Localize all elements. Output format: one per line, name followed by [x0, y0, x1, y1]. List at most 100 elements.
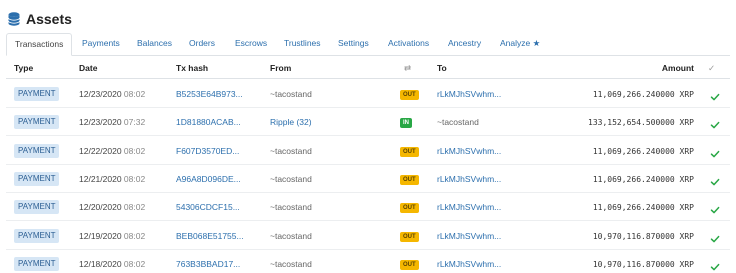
- tx-hash-link[interactable]: BEB068E51755...: [176, 231, 244, 242]
- success-check-icon: [710, 259, 720, 271]
- transaction-date: 12/21/2020 08:02: [79, 174, 145, 185]
- from-account: ~tacostand: [270, 173, 312, 184]
- transaction-date: 12/19/2020 08:02: [79, 231, 145, 242]
- column-header-amount: Amount: [661, 63, 694, 73]
- tab-orders[interactable]: Orders: [189, 33, 215, 56]
- to-account[interactable]: rLkMJhSVwhm...: [437, 146, 501, 157]
- direction-badge: IN: [400, 118, 412, 129]
- transaction-type-badge: PAYMENT: [14, 87, 60, 101]
- transaction-type-badge: PAYMENT: [14, 115, 60, 130]
- to-account[interactable]: rLkMJhSVwhm...: [437, 231, 501, 242]
- from-account[interactable]: Ripple (32): [270, 117, 312, 128]
- tab-activations[interactable]: Activations: [388, 33, 429, 56]
- database-icon: [8, 12, 20, 26]
- table-header-divider: [6, 78, 730, 79]
- table-row[interactable]: PAYMENT 12/23/2020 07:32 1D81880ACAB... Rip…: [6, 108, 730, 137]
- amount-value: 133,152,654.500000 XRP: [588, 118, 694, 128]
- time-value: 08:02: [123, 258, 146, 269]
- date-value: 12/20/2020: [79, 202, 122, 213]
- tx-hash-link[interactable]: 1D81880ACAB...: [176, 117, 241, 128]
- date-value: 12/19/2020: [79, 230, 122, 241]
- date-value: 12/23/2020: [79, 117, 122, 128]
- amount-value: 11,069,266.240000 XRP: [592, 146, 694, 156]
- tx-hash-link[interactable]: B5253E64B973...: [176, 89, 243, 100]
- page-header: Assets: [8, 8, 72, 30]
- direction-swap-icon: ⇄: [404, 63, 412, 73]
- column-header-from: From: [270, 63, 292, 73]
- table-row[interactable]: PAYMENT 12/21/2020 08:02 A96A8D096DE... ~ta…: [6, 165, 730, 193]
- transaction-date: 12/18/2020 08:02: [79, 259, 145, 270]
- direction-badge: OUT: [400, 231, 419, 242]
- tab-analyze[interactable]: Analyze ★: [500, 33, 540, 56]
- direction-badge: OUT: [400, 203, 419, 214]
- column-header-type: Type: [14, 63, 34, 73]
- table-row[interactable]: PAYMENT 12/22/2020 08:02 F607D3570ED... ~ta…: [6, 137, 730, 165]
- amount-value: 11,069,266.240000 XRP: [592, 90, 694, 99]
- tab-bar: Transactions Payments Balances Orders Es…: [6, 33, 730, 56]
- tx-hash-link[interactable]: A96A8D096DE...: [176, 174, 241, 185]
- time-value: 08:02: [123, 202, 146, 213]
- from-account: ~tacostand: [270, 202, 312, 213]
- column-header-tx-hash: Tx hash: [176, 63, 209, 73]
- page-title: Assets: [26, 11, 72, 27]
- to-account[interactable]: rLkMJhSVwhm...: [437, 202, 501, 213]
- from-account: ~tacostand: [270, 145, 312, 156]
- date-value: 12/21/2020: [79, 173, 122, 184]
- amount-value: 10,970,116.870000 XRP: [592, 259, 694, 269]
- transaction-date: 12/20/2020 08:02: [79, 202, 145, 213]
- tx-hash-link[interactable]: 763B3BBAD17...: [176, 259, 240, 270]
- date-value: 12/22/2020: [79, 145, 122, 156]
- transaction-type-badge: PAYMENT: [14, 256, 60, 271]
- table-row[interactable]: PAYMENT 12/23/2020 08:02 B5253E64B973... ~t…: [6, 80, 730, 108]
- success-check-icon: [710, 174, 720, 186]
- tab-escrows[interactable]: Escrows: [235, 33, 267, 56]
- transaction-date: 12/23/2020 07:32: [79, 117, 145, 128]
- date-value: 12/18/2020: [79, 258, 122, 269]
- from-account: ~tacostand: [270, 258, 312, 269]
- direction-badge: OUT: [400, 146, 419, 157]
- tab-ancestry[interactable]: Ancestry: [448, 33, 481, 56]
- table-row[interactable]: PAYMENT 12/19/2020 08:02 BEB068E51755... ~t…: [6, 222, 730, 250]
- tab-payments[interactable]: Payments: [82, 33, 120, 56]
- status-header-check-icon: ✓: [708, 63, 716, 73]
- transaction-type-badge: PAYMENT: [14, 171, 60, 186]
- time-value: 08:02: [123, 173, 146, 184]
- success-check-icon: [710, 146, 720, 157]
- tab-trustlines[interactable]: Trustlines: [284, 33, 321, 56]
- from-account: ~tacostand: [270, 89, 312, 99]
- from-account: ~tacostand: [270, 230, 312, 241]
- time-value: 07:32: [123, 117, 146, 128]
- tx-hash-link[interactable]: 54306CDCF15...: [176, 202, 240, 213]
- table-row[interactable]: PAYMENT 12/18/2020 08:02 763B3BBAD17... ~ta…: [6, 250, 730, 273]
- time-value: 08:02: [123, 145, 146, 156]
- to-account[interactable]: rLkMJhSVwhm...: [437, 89, 501, 100]
- success-check-icon: [710, 202, 720, 214]
- tab-settings[interactable]: Settings: [338, 33, 369, 56]
- transaction-date: 12/22/2020 08:02: [79, 146, 145, 157]
- success-check-icon: [710, 231, 720, 242]
- tab-transactions[interactable]: Transactions: [6, 33, 73, 56]
- direction-badge: OUT: [400, 259, 419, 270]
- to-account[interactable]: rLkMJhSVwhm...: [437, 174, 501, 185]
- time-value: 08:02: [123, 89, 146, 99]
- transaction-type-badge: PAYMENT: [14, 200, 60, 215]
- transaction-date: 12/23/2020 08:02: [79, 89, 145, 100]
- tx-hash-link[interactable]: F607D3570ED...: [176, 146, 239, 157]
- table-row[interactable]: PAYMENT 12/20/2020 08:02 54306CDCF15... ~ta…: [6, 193, 730, 222]
- to-account[interactable]: rLkMJhSVwhm...: [437, 259, 501, 270]
- success-check-icon: [710, 89, 720, 101]
- column-header-date: Date: [79, 63, 98, 73]
- tab-balances[interactable]: Balances: [137, 33, 172, 56]
- direction-badge: OUT: [400, 90, 419, 100]
- date-value: 12/23/2020: [79, 89, 122, 99]
- success-check-icon: [710, 117, 720, 129]
- column-header-to: To: [437, 63, 447, 73]
- amount-value: 11,069,266.240000 XRP: [592, 174, 694, 184]
- transaction-type-badge: PAYMENT: [14, 143, 60, 158]
- amount-value: 10,970,116.870000 XRP: [592, 231, 694, 241]
- transaction-type-badge: PAYMENT: [14, 228, 60, 243]
- amount-value: 11,069,266.240000 XRP: [592, 203, 694, 213]
- time-value: 08:02: [123, 230, 146, 241]
- direction-badge: OUT: [400, 174, 419, 185]
- to-account: ~tacostand: [437, 117, 479, 128]
